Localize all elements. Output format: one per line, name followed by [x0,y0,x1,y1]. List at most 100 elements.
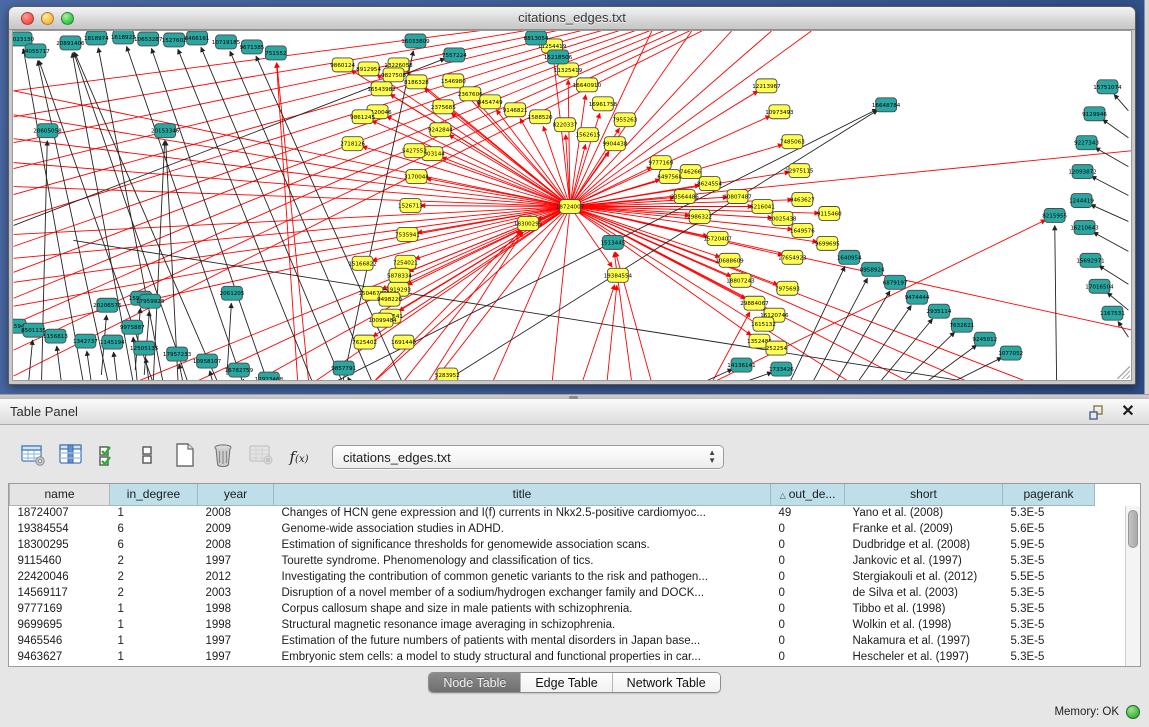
graph-node[interactable]: 16640910 [573,78,602,92]
float-panel-icon[interactable] [1087,403,1105,421]
graph-node[interactable]: 7535941 [395,227,420,241]
column-header-title[interactable]: title [274,484,771,505]
graph-node[interactable]: 10973493 [765,105,794,119]
graph-node[interactable]: 20891406 [56,36,85,50]
graph-node[interactable]: 9699695 [815,236,840,250]
graph-node[interactable]: 20605058 [33,124,62,138]
graph-node[interactable]: 29884067 [740,296,769,310]
graph-node[interactable]: 10099484 [368,313,397,327]
graph-node[interactable]: 9115460 [817,207,842,221]
graph-node[interactable]: 1818974 [84,31,109,45]
graph-node[interactable]: 1546980 [441,74,466,88]
graph-node[interactable]: 252254 [766,341,788,355]
graph-node[interactable]: 17959928 [136,294,165,308]
graph-node[interactable]: 12213967 [752,79,781,93]
graph-node[interactable]: 9860124 [330,58,355,72]
table-row[interactable]: 977716911998Corpus callosum shape and si… [10,601,1095,617]
rows-button[interactable] [132,442,162,472]
graph-node[interactable]: 17016504 [1085,279,1114,293]
graph-node[interactable]: 7254021 [393,255,418,269]
graph-node[interactable]: 19384554 [604,268,633,282]
zoom-window-button[interactable] [61,12,74,25]
graph-node[interactable]: 10958107 [193,354,222,368]
graph-node[interactable]: 8813054 [524,31,549,45]
select-column-button[interactable] [56,442,86,472]
graph-node[interactable]: 8220337 [553,118,578,132]
new-document-button[interactable] [170,442,200,472]
graph-node[interactable]: 8912954 [356,62,381,76]
graph-node[interactable]: 1244419 [1069,194,1094,208]
graph-node[interactable]: 751552 [265,46,286,60]
graph-node[interactable]: 6497568 [657,170,682,184]
graph-node[interactable]: 16961758 [589,97,618,111]
minimize-window-button[interactable] [41,12,54,25]
graph-node[interactable]: 9245012 [972,332,997,346]
graph-node[interactable]: 8186328 [404,75,429,89]
delete-table-disabled-button[interactable] [246,442,276,472]
table-row[interactable]: 946554611997Estimation of the future num… [10,633,1095,649]
graph-node[interactable]: 1145194 [100,335,125,349]
graph-node[interactable]: 9498220 [377,292,402,306]
graph-node[interactable]: 15751074 [1093,80,1122,94]
graph-node[interactable]: 9861245 [350,110,375,124]
memory-ok-indicator[interactable] [1126,705,1140,719]
graph-node[interactable]: 18724007 [556,200,585,214]
graph-node[interactable]: 15720407 [703,231,732,245]
graph-node[interactable]: 7557224 [442,48,467,62]
graph-node[interactable]: 1691440 [391,335,416,349]
graph-node[interactable]: 9857791 [331,361,356,375]
graph-node[interactable]: 6216041 [750,200,775,214]
window-resize-grip[interactable] [1117,366,1130,379]
graph-node[interactable]: 2986322 [687,209,712,223]
graph-node[interactable]: 16210643 [1070,220,1099,234]
table-row[interactable]: 911546021997Tourette syndrome. Phenomeno… [10,553,1095,569]
column-header-out_de[interactable]: △out_de... [771,484,845,505]
graph-node[interactable]: 7975693 [775,281,800,295]
graph-node[interactable]: 12093872 [1068,165,1096,179]
table-selector-dropdown[interactable]: citations_edges.txt ▲▼ [332,445,724,469]
tab-node-table[interactable]: Node Table [429,673,521,692]
graph-node[interactable]: 2718126 [340,137,365,151]
graph-node[interactable]: 9242844 [428,123,453,137]
graph-node[interactable]: 1342737 [73,334,98,348]
graph-node[interactable]: 8958924 [860,262,885,276]
graph-node[interactable]: 10653287 [134,32,163,46]
graph-node[interactable]: 1513445 [600,235,625,249]
table-row[interactable]: 2242004622012Investigating the contribut… [10,569,1095,585]
network-canvas[interactable]: 1872400798601248912954132260589827508165… [12,30,1132,381]
tab-network-table[interactable]: Network Table [613,673,720,692]
graph-node[interactable]: 1618923 [111,31,136,44]
graph-node[interactable]: 9777169 [648,156,673,170]
graph-node[interactable]: 16782759 [225,363,254,377]
graph-node[interactable]: 746266 [680,165,702,179]
table-row[interactable]: 946362711997Embryonic stem cells: a mode… [10,649,1095,665]
graph-node[interactable]: 1527602 [162,33,187,47]
graph-node[interactable]: 18807243 [726,273,755,287]
graph-node[interactable]: 10807487 [723,190,752,204]
graph-node[interactable]: 8624554 [697,177,722,191]
graph-node[interactable]: 1562615 [576,128,601,142]
graph-node[interactable]: 7955263 [612,113,637,127]
graph-node[interactable]: 9129946 [1082,107,1107,121]
function-button[interactable]: f(x) [284,442,314,472]
graph-node[interactable]: 9827508 [381,68,406,82]
graph-node[interactable]: 12505135 [130,341,159,355]
graph-node[interactable]: 15166822 [348,256,376,270]
graph-node[interactable]: 1588520 [528,110,553,124]
column-header-name[interactable]: name [10,484,110,505]
graph-node[interactable]: 1649576 [790,223,815,237]
graph-node[interactable]: 11325419 [554,63,583,77]
table-row[interactable]: 1456911722003Disruption of a novel membe… [10,585,1095,601]
graph-node[interactable]: 5878334 [387,268,412,282]
graph-node[interactable]: 5427552 [402,144,427,158]
graph-node[interactable]: 10025438 [768,211,797,225]
graph-node[interactable]: 9227343 [1074,136,1099,150]
graph-node[interactable]: 18300295 [514,216,543,230]
graph-node[interactable]: 12975115 [785,164,814,178]
table-row[interactable]: 1830029562008Estimation of significance … [10,537,1095,553]
graph-node[interactable]: 17654923 [778,250,807,264]
graph-node[interactable]: 7632621 [949,318,974,332]
graph-node[interactable]: 8215955 [1042,208,1067,222]
graph-node[interactable]: 9474444 [905,290,930,304]
graph-node[interactable]: 1733426 [769,362,794,376]
